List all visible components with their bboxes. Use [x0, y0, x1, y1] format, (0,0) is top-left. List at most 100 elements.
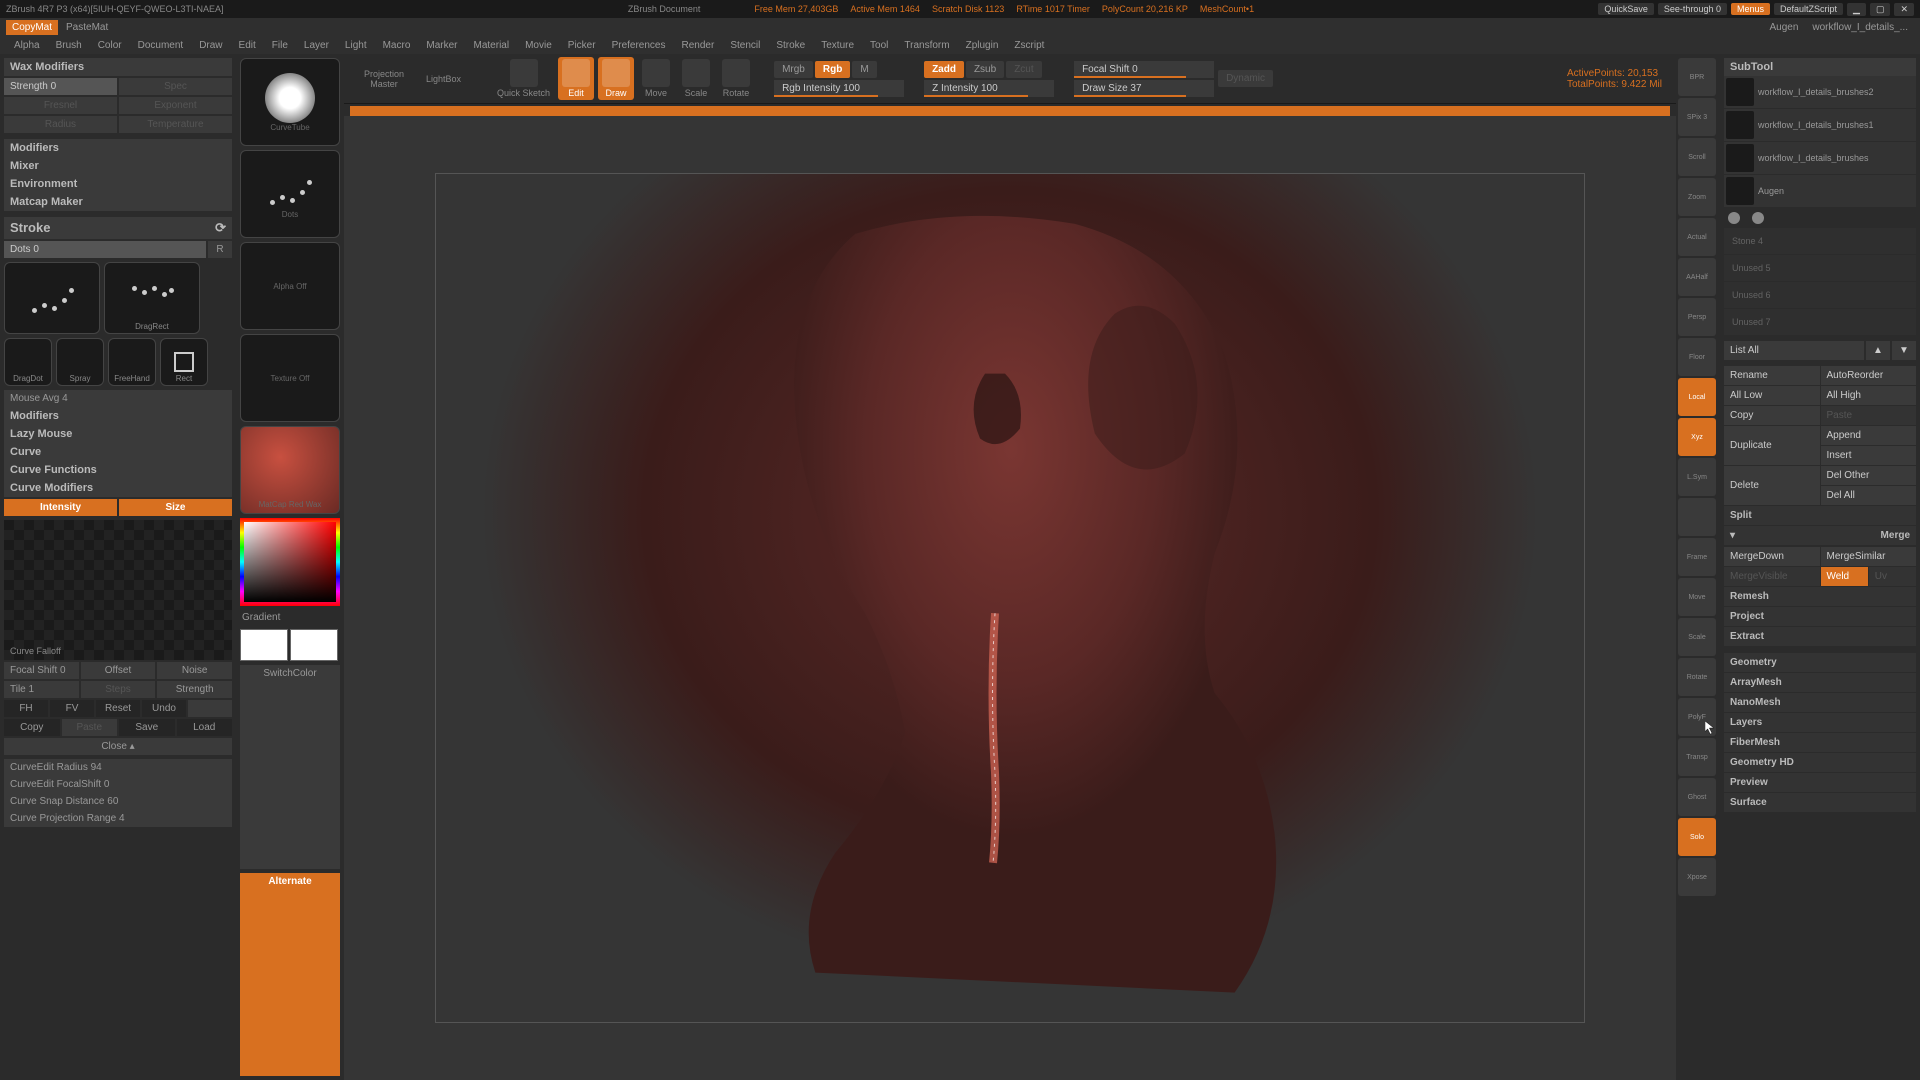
close-button[interactable]: Close ▴ [4, 738, 232, 755]
sidetool-local[interactable]: Local [1678, 378, 1716, 416]
curvefunctions-header[interactable]: Curve Functions [4, 461, 232, 479]
projection-master-button[interactable]: Projection Master [350, 67, 418, 91]
menu-stencil[interactable]: Stencil [722, 38, 768, 53]
subtool-row[interactable]: Unused 7 [1724, 309, 1916, 335]
subtool-header[interactable]: SubTool [1724, 58, 1916, 76]
uv-button[interactable]: Uv [1869, 567, 1916, 586]
merge-accordion[interactable]: Merge [1724, 526, 1916, 545]
allhigh-button[interactable]: All High [1821, 386, 1917, 405]
strength2-button[interactable]: Strength [157, 681, 232, 698]
fh-button[interactable]: FH [4, 700, 48, 717]
mrgb-button[interactable]: Mrgb [774, 61, 813, 78]
exponent-slider[interactable]: Exponent [119, 97, 232, 114]
weld-button[interactable]: Weld [1821, 567, 1868, 586]
subtool-row[interactable]: workflow_I_details_brushes1 [1724, 109, 1916, 141]
r-button[interactable]: R [208, 241, 232, 258]
mergevisible-button[interactable]: MergeVisible [1724, 567, 1820, 586]
autoreorder-button[interactable]: AutoReorder [1821, 366, 1917, 385]
sidetool-scale[interactable]: Scale [1678, 618, 1716, 656]
subtool-row[interactable]: workflow_I_details_brushes2 [1724, 76, 1916, 108]
duplicate-button[interactable]: Duplicate [1724, 426, 1820, 465]
accordion-nanomesh[interactable]: NanoMesh [1724, 693, 1916, 712]
menu-zscript[interactable]: Zscript [1006, 38, 1052, 53]
brush-thumb[interactable]: CurveTube [240, 58, 340, 146]
pastemat-button[interactable]: PasteMat [60, 20, 114, 35]
extract-accordion[interactable]: Extract [1724, 627, 1916, 646]
swatch-main[interactable] [240, 629, 288, 661]
focalshift-slider[interactable]: Focal Shift 0 [4, 662, 79, 679]
menu-preferences[interactable]: Preferences [604, 38, 674, 53]
save-button[interactable]: Save [119, 719, 175, 736]
curvemodifiers-header[interactable]: Curve Modifiers [4, 479, 232, 497]
menu-picker[interactable]: Picker [560, 38, 604, 53]
m-button[interactable]: M [852, 61, 876, 78]
rgb-intensity-slider[interactable]: Rgb Intensity 100 [774, 80, 904, 97]
fv-button[interactable]: FV [50, 700, 94, 717]
dragdot-thumb[interactable]: DragDot [4, 338, 52, 386]
swatch-secondary[interactable] [290, 629, 338, 661]
menu-document[interactable]: Document [130, 38, 192, 53]
reset-button[interactable]: Reset [96, 700, 140, 717]
accordion-arraymesh[interactable]: ArrayMesh [1724, 673, 1916, 692]
menu-texture[interactable]: Texture [813, 38, 862, 53]
menu-zplugin[interactable]: Zplugin [958, 38, 1007, 53]
sidetool-floor[interactable]: Floor [1678, 338, 1716, 376]
mouseavg-slider[interactable]: Mouse Avg 4 [4, 390, 232, 407]
rotate-button[interactable]: Rotate [718, 57, 754, 100]
mergedown-button[interactable]: MergeDown [1724, 547, 1820, 566]
focalshift-slider2[interactable]: Focal Shift 0 [1074, 61, 1214, 78]
mixer-header[interactable]: Mixer [4, 157, 232, 175]
curve-falloff-graph[interactable]: Curve Falloff [4, 520, 232, 660]
subtool-row[interactable]: workflow_I_details_brushes [1724, 142, 1916, 174]
win-max-button[interactable]: ▢ [1870, 3, 1891, 16]
arrow-up-button[interactable]: ▲ [1866, 341, 1890, 360]
load-button[interactable]: Load [177, 719, 233, 736]
curveproj-slider[interactable]: Curve Projection Range 4 [4, 810, 232, 827]
menu-macro[interactable]: Macro [375, 38, 419, 53]
menu-transform[interactable]: Transform [896, 38, 957, 53]
sidetool-frame[interactable]: Frame [1678, 538, 1716, 576]
dynamic-button[interactable]: Dynamic [1218, 70, 1273, 87]
seethrough-slider[interactable]: See-through 0 [1658, 3, 1727, 15]
texture-thumb[interactable]: Texture Off [240, 334, 340, 422]
accordion-layers[interactable]: Layers [1724, 713, 1916, 732]
menu-render[interactable]: Render [674, 38, 723, 53]
append-button[interactable]: Append [1821, 426, 1917, 445]
menu-brush[interactable]: Brush [48, 38, 90, 53]
copy-button[interactable]: Copy [4, 719, 60, 736]
menu-layer[interactable]: Layer [296, 38, 337, 53]
intensity-button[interactable]: Intensity [4, 499, 117, 516]
copymat-button[interactable]: CopyMat [6, 20, 58, 35]
subtool-row[interactable]: Unused 5 [1724, 255, 1916, 281]
topbar-augen[interactable]: Augen [1763, 20, 1804, 35]
offset-button[interactable]: Offset [81, 662, 156, 679]
sidetool-scroll[interactable]: Scroll [1678, 138, 1716, 176]
zsub-button[interactable]: Zsub [966, 61, 1004, 78]
stroke-modifiers-header[interactable]: Modifiers [4, 407, 232, 425]
switchcolor-button[interactable]: SwitchColor [240, 665, 340, 869]
insert-button[interactable]: Insert [1821, 446, 1917, 465]
temperature-slider[interactable]: Temperature [119, 116, 232, 133]
curveedit-radius-slider[interactable]: CurveEdit Radius 94 [4, 759, 232, 776]
menu-draw[interactable]: Draw [191, 38, 230, 53]
matcap-maker-header[interactable]: Matcap Maker [4, 193, 232, 211]
paste-button[interactable]: Paste [62, 719, 118, 736]
edit-button[interactable]: Edit [558, 57, 594, 100]
delete-button[interactable]: Delete [1724, 466, 1820, 505]
listall-button[interactable]: List All [1724, 341, 1864, 360]
sidetool-persp[interactable]: Persp [1678, 298, 1716, 336]
sidetool-spix3[interactable]: SPix 3 [1678, 98, 1716, 136]
subtool-row[interactable]: Augen [1724, 175, 1916, 207]
alpha-thumb[interactable]: Alpha Off [240, 242, 340, 330]
alllow-button[interactable]: All Low [1724, 386, 1820, 405]
stroke-dots2-thumb[interactable]: DragRect [104, 262, 200, 334]
menu-edit[interactable]: Edit [231, 38, 264, 53]
quicksketch-button[interactable]: Quick Sketch [493, 57, 554, 100]
sidetool-transp[interactable]: Transp [1678, 738, 1716, 776]
sidetool-l.sym[interactable]: L.Sym [1678, 458, 1716, 496]
z-intensity-slider[interactable]: Z Intensity 100 [924, 80, 1054, 97]
size-button[interactable]: Size [119, 499, 232, 516]
sidetool-xpose[interactable]: Xpose [1678, 858, 1716, 896]
tile-slider[interactable]: Tile 1 [4, 681, 79, 698]
radius-slider[interactable]: Radius [4, 116, 117, 133]
